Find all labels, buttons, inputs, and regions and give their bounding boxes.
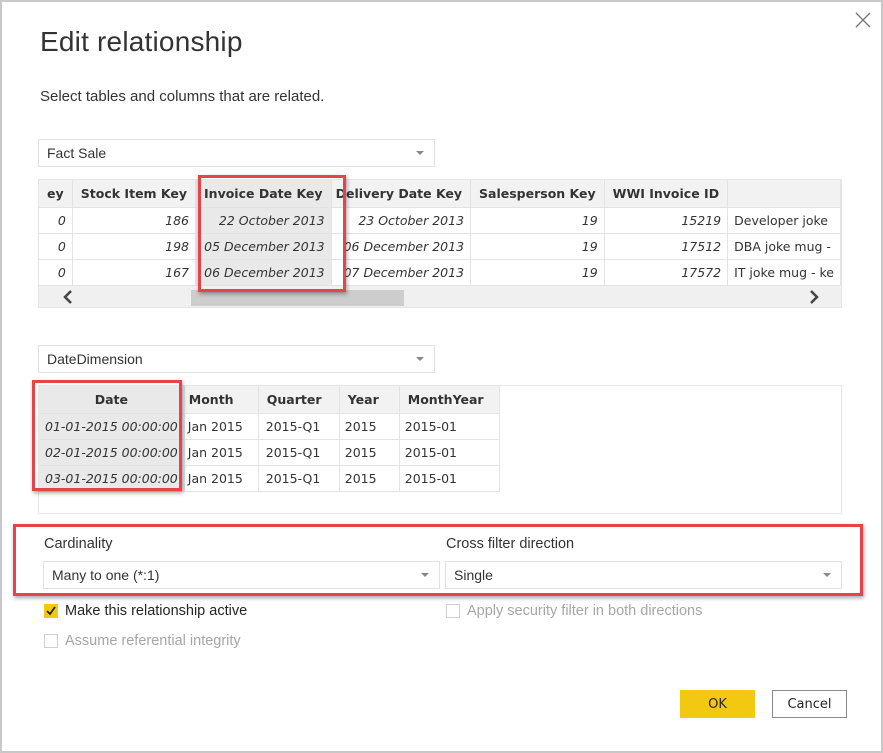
table1-col-header[interactable]: Salesperson Key <box>470 180 605 208</box>
dialog-subtitle: Select tables and columns that are relat… <box>40 88 325 105</box>
chevron-down-icon <box>416 357 424 361</box>
dialog-title: Edit relationship <box>40 26 243 57</box>
security-filter-checkbox[interactable]: Apply security filter in both directions <box>446 603 702 619</box>
table-cell: 17572 <box>604 259 729 286</box>
table-cell: 05 December 2013 <box>195 233 332 260</box>
table-cell: Jan 2015 <box>184 439 259 466</box>
edit-relationship-dialog: Edit relationship Select tables and colu… <box>0 0 883 753</box>
table1-col-header[interactable]: Stock Item Key <box>72 180 197 208</box>
table-cell: 2015 <box>339 439 400 466</box>
table-cell: 2015-01 <box>399 465 500 492</box>
table-row: 0 167 06 December 2013 07 December 2013 … <box>39 259 841 286</box>
chevron-down-icon <box>823 573 831 577</box>
scroll-left-button[interactable] <box>57 286 81 307</box>
table-cell: 19 <box>470 259 605 286</box>
table-row: 03-01-2015 00:00:00 Jan 2015 2015-Q1 201… <box>39 465 500 492</box>
table-cell: 0 <box>39 259 73 286</box>
table-cell: 19 <box>470 207 605 234</box>
table-row: 01-01-2015 00:00:00 Jan 2015 2015-Q1 201… <box>39 413 500 440</box>
table-cell: 198 <box>72 233 197 260</box>
make-active-checkbox[interactable]: Make this relationship active <box>44 603 247 619</box>
table1-col-header-selected[interactable]: Invoice Date Key <box>195 180 332 208</box>
table2-select-value: DateDimension <box>47 351 143 367</box>
referential-integrity-checkbox[interactable]: Assume referential integrity <box>44 633 241 649</box>
table-cell: DBA joke mug - <box>727 233 841 260</box>
table-cell: 2015-01 <box>399 413 500 440</box>
table-cell: 2015 <box>339 413 400 440</box>
table-cell: 2015 <box>339 465 400 492</box>
cardinality-value: Many to one (*:1) <box>52 567 160 583</box>
table2-col-header[interactable]: Year <box>339 386 400 414</box>
table1: ey Stock Item Key Invoice Date Key Deliv… <box>39 180 841 286</box>
table-cell: Jan 2015 <box>184 465 259 492</box>
table-cell: 02-01-2015 00:00:00 <box>39 439 185 466</box>
table2-header-row: Date Month Quarter Year MonthYear <box>39 386 500 414</box>
table1-col-header[interactable] <box>727 180 841 208</box>
ok-button[interactable]: OK <box>680 690 755 718</box>
table-row: 02-01-2015 00:00:00 Jan 2015 2015-Q1 201… <box>39 439 500 466</box>
scroll-thumb[interactable] <box>191 290 404 306</box>
table-cell: 01-01-2015 00:00:00 <box>39 413 185 440</box>
table-cell: 2015-Q1 <box>258 465 340 492</box>
table1-horizontal-scrollbar[interactable] <box>39 286 841 307</box>
table-cell: 07 December 2013 <box>331 259 472 286</box>
chevron-down-icon <box>416 151 424 155</box>
chevron-down-icon <box>421 573 429 577</box>
cross-filter-value: Single <box>454 567 493 583</box>
table-cell: 23 October 2013 <box>331 207 472 234</box>
table-cell: 22 October 2013 <box>195 207 332 234</box>
table1-header-row: ey Stock Item Key Invoice Date Key Deliv… <box>39 180 841 208</box>
cardinality-label: Cardinality <box>44 536 113 552</box>
table2-grid: Date Month Quarter Year MonthYear 01-01-… <box>38 385 842 514</box>
table-cell: 06 December 2013 <box>331 233 472 260</box>
table-cell: 15219 <box>604 207 729 234</box>
table1-grid: ey Stock Item Key Invoice Date Key Deliv… <box>38 179 842 308</box>
checkbox-unchecked[interactable] <box>446 604 460 618</box>
chevron-left-icon <box>63 290 72 304</box>
scroll-right-button[interactable] <box>801 286 825 307</box>
table-cell: 2015-Q1 <box>258 413 340 440</box>
table1-col-header[interactable]: Delivery Date Key <box>331 180 472 208</box>
table-cell: 2015-Q1 <box>258 439 340 466</box>
table-cell: 167 <box>72 259 197 286</box>
cross-filter-label: Cross filter direction <box>446 536 575 552</box>
table2-col-header[interactable]: MonthYear <box>399 386 500 414</box>
security-filter-label: Apply security filter in both directions <box>467 603 703 619</box>
table1-col-header[interactable]: ey <box>39 180 73 208</box>
table2-col-header[interactable]: Quarter <box>258 386 340 414</box>
chevron-right-icon <box>810 290 819 304</box>
table-cell: 0 <box>39 207 73 234</box>
checkbox-unchecked[interactable] <box>44 634 58 648</box>
cardinality-select[interactable]: Many to one (*:1) <box>43 561 440 589</box>
table1-col-header[interactable]: WWI Invoice ID <box>604 180 729 208</box>
table-row: 0 198 05 December 2013 06 December 2013 … <box>39 233 841 260</box>
table-cell: 186 <box>72 207 197 234</box>
table2-col-header[interactable]: Month <box>184 386 259 414</box>
cross-filter-select[interactable]: Single <box>445 561 842 589</box>
table2: Date Month Quarter Year MonthYear 01-01-… <box>39 386 500 492</box>
table-cell: 03-01-2015 00:00:00 <box>39 465 185 492</box>
checkmark-icon <box>46 606 56 616</box>
table1-select-value: Fact Sale <box>47 145 107 161</box>
referential-integrity-label: Assume referential integrity <box>65 633 241 649</box>
table-cell: 2015-01 <box>399 439 500 466</box>
table-cell: 0 <box>39 233 73 260</box>
table-cell: 19 <box>470 233 605 260</box>
close-button[interactable] <box>851 8 875 32</box>
make-active-label: Make this relationship active <box>65 603 248 619</box>
table-cell: IT joke mug - ke <box>727 259 841 286</box>
table1-select[interactable]: Fact Sale <box>38 139 435 167</box>
table-cell: Developer joke <box>727 207 841 234</box>
table-cell: Jan 2015 <box>184 413 259 440</box>
table-cell: 06 December 2013 <box>195 259 332 286</box>
checkbox-checked[interactable] <box>44 604 58 618</box>
table2-select[interactable]: DateDimension <box>38 345 435 373</box>
table-row: 0 186 22 October 2013 23 October 2013 19… <box>39 207 841 234</box>
table2-col-header-selected[interactable]: Date <box>39 386 185 414</box>
cancel-button[interactable]: Cancel <box>772 690 847 718</box>
close-icon <box>855 12 871 28</box>
table-cell: 17512 <box>604 233 729 260</box>
